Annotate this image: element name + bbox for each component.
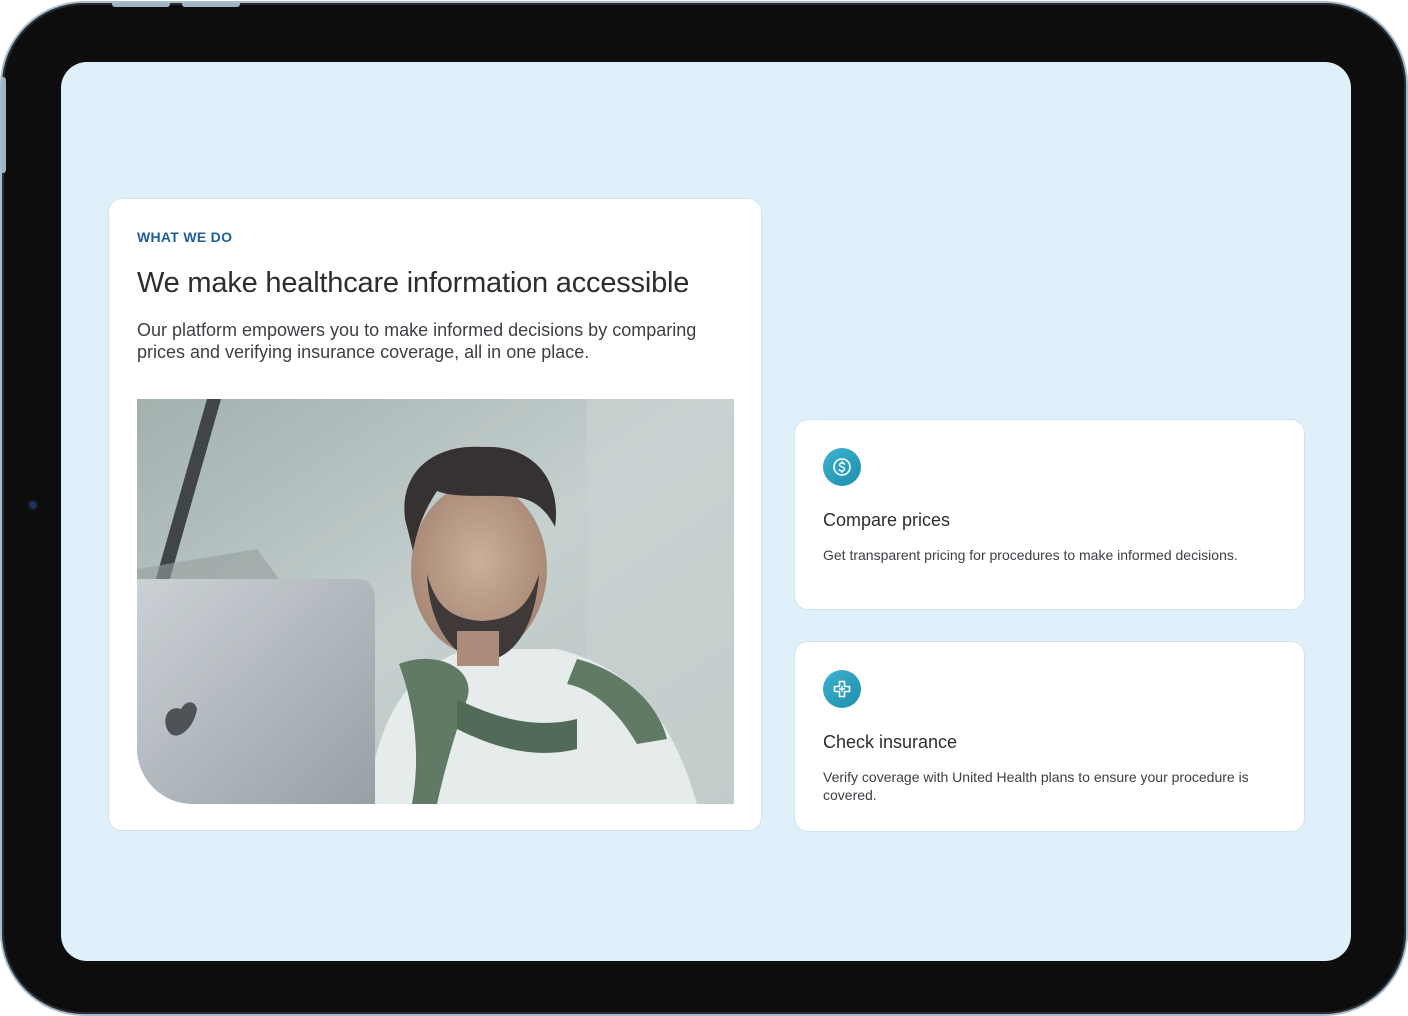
front-camera: [29, 501, 37, 509]
feature-title: Check insurance: [823, 732, 958, 752]
compare-prices-card[interactable]: Compare prices Get transparent pricing f…: [794, 419, 1305, 610]
screen: WHAT WE DO We make healthcare informatio…: [61, 62, 1351, 961]
tablet-frame: WHAT WE DO We make healthcare informatio…: [2, 3, 1406, 1014]
feature-description: Get transparent pricing for procedures t…: [823, 547, 1238, 563]
check-insurance-card[interactable]: Check insurance Verify coverage with Uni…: [794, 641, 1305, 832]
section-eyebrow: WHAT WE DO: [137, 229, 233, 245]
volume-button: [182, 3, 240, 7]
power-button: [2, 77, 6, 173]
medical-cross-icon: [823, 670, 861, 708]
what-we-do-card: WHAT WE DO We make healthcare informatio…: [108, 198, 762, 831]
feature-title: Compare prices: [823, 510, 951, 530]
feature-description: Verify coverage with United Health plans…: [823, 769, 1249, 803]
hero-photo: [137, 399, 734, 804]
man-at-laptop-image: [137, 399, 734, 804]
section-headline: We make healthcare information accessibl…: [137, 267, 690, 299]
dollar-circle-icon: [823, 448, 861, 486]
volume-button: [112, 3, 170, 7]
section-intro: Our platform empowers you to make inform…: [137, 320, 697, 362]
